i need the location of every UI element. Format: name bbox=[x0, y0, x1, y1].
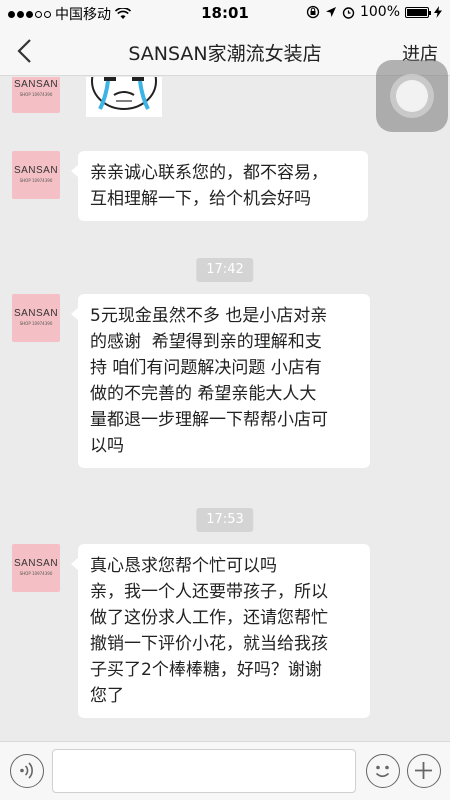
message-bubble[interactable]: 亲亲诚心联系您的，都不容易， 互相理解一下，给个机会好吗 bbox=[71, 151, 368, 221]
sticker-image[interactable] bbox=[86, 77, 162, 117]
avatar[interactable]: SANSAN SHOP 10974390 bbox=[12, 77, 60, 113]
orientation-lock-icon bbox=[306, 5, 320, 19]
chat-area[interactable]: SANSAN SHOP 10974390 SANSAN SHOP 1097439… bbox=[0, 77, 450, 741]
smiley-icon[interactable] bbox=[366, 754, 400, 788]
voice-icon[interactable] bbox=[10, 754, 44, 788]
plus-icon[interactable] bbox=[407, 754, 441, 788]
assistive-touch-button[interactable] bbox=[376, 60, 448, 132]
alarm-icon bbox=[342, 6, 355, 19]
avatar[interactable]: SANSAN SHOP 10974390 bbox=[12, 294, 60, 342]
battery-percent: 100% bbox=[359, 4, 400, 20]
crying-face-sticker-icon bbox=[91, 77, 157, 110]
avatar[interactable]: SANSAN SHOP 10974390 bbox=[12, 544, 60, 592]
timestamp: 17:42 bbox=[196, 258, 254, 282]
charging-icon bbox=[434, 6, 442, 18]
status-bar: 中国移动 18:01 100% bbox=[0, 0, 450, 26]
input-bar bbox=[0, 741, 450, 800]
avatar[interactable]: SANSAN SHOP 10974390 bbox=[12, 151, 60, 199]
message-bubble[interactable]: 5元现金虽然不多 也是小店对亲 的感谢 希望得到亲的理解和支 持 咱们有问题解决… bbox=[71, 294, 370, 468]
message-bubble[interactable]: 真心恳求您帮个忙可以吗 亲，我一个人还要带孩子，所以 做了这份求人工作，还请您帮… bbox=[71, 544, 370, 718]
timestamp: 17:53 bbox=[196, 508, 254, 532]
battery-icon bbox=[405, 6, 431, 18]
page-title: SANSAN家潮流女装店 bbox=[128, 43, 322, 65]
chevron-left-icon[interactable] bbox=[12, 36, 40, 66]
message-input[interactable] bbox=[52, 749, 356, 793]
location-icon bbox=[325, 7, 336, 17]
